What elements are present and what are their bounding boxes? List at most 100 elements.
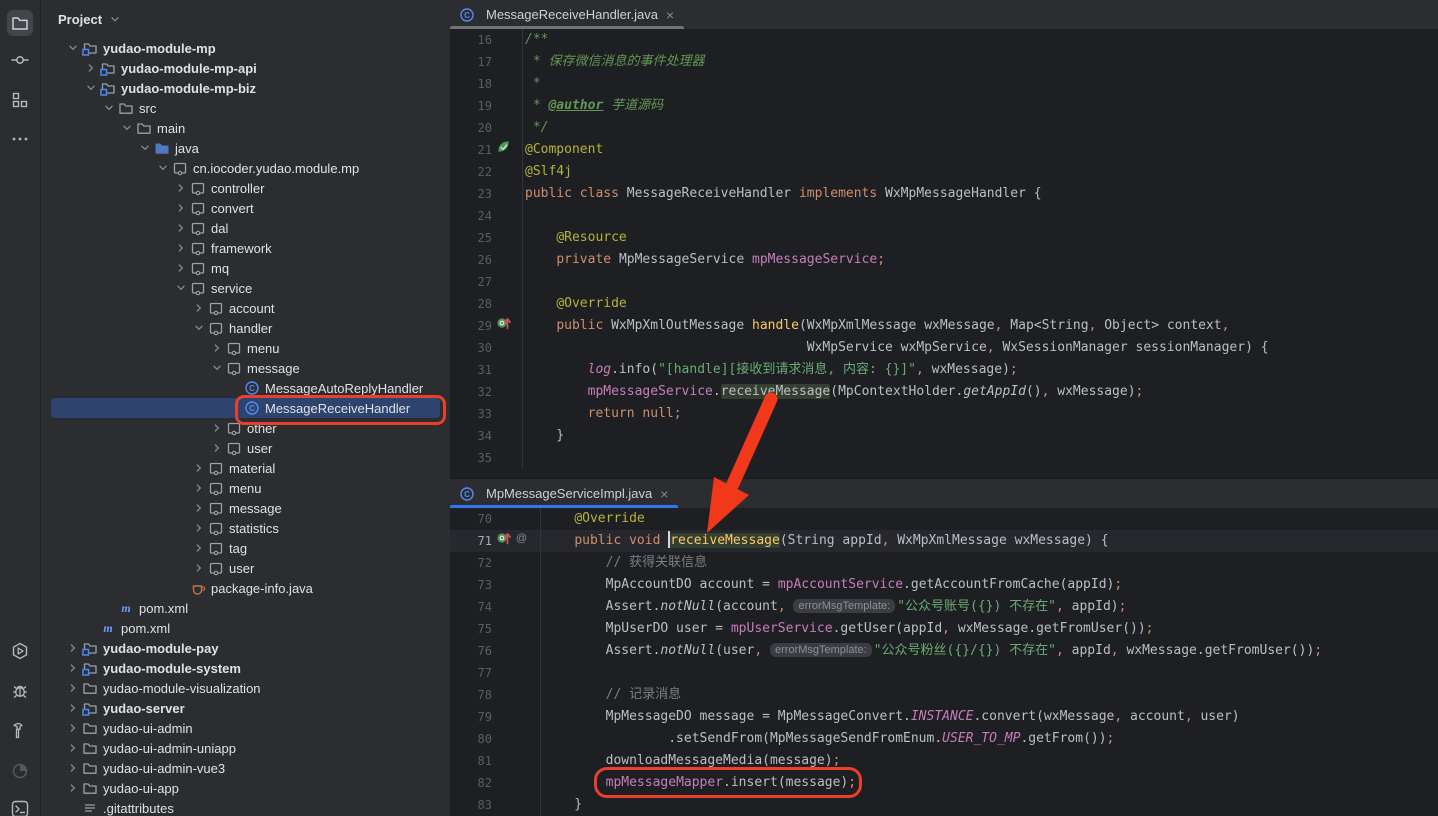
line-number[interactable]: 30 <box>450 337 496 359</box>
line-number[interactable]: 82 <box>450 772 496 794</box>
tree-item-pom.xml[interactable]: mpom.xml <box>41 598 450 618</box>
chevron-right-icon[interactable] <box>65 780 81 796</box>
tree-item-yudao-module-mp[interactable]: yudao-module-mp <box>41 38 450 58</box>
code-line-70[interactable]: 70 @Override <box>450 508 1438 530</box>
chevron-right-icon[interactable] <box>83 60 99 76</box>
chevron-down-icon[interactable] <box>137 140 153 156</box>
code-line-73[interactable]: 73 MpAccountDO account = mpAccountServic… <box>450 574 1438 596</box>
chevron-right-icon[interactable] <box>191 520 207 536</box>
code-line-74[interactable]: 74 Assert.notNull(account, errorMsgTempl… <box>450 596 1438 618</box>
line-number[interactable]: 20 <box>450 117 496 139</box>
line-number[interactable]: 32 <box>450 381 496 403</box>
code-line-80[interactable]: 80 .setSendFrom(MpMessageSendFromEnum.US… <box>450 728 1438 750</box>
tree-item-menu[interactable]: menu <box>41 478 450 498</box>
tree-item-message[interactable]: message <box>41 358 450 378</box>
overriding-method-icon[interactable] <box>496 529 512 553</box>
commit-icon[interactable] <box>7 47 33 73</box>
code-line-83[interactable]: 83 } <box>450 794 1438 816</box>
line-number[interactable]: 16 <box>450 29 496 51</box>
line-number[interactable]: 78 <box>450 684 496 706</box>
code-line-16[interactable]: 16/** <box>450 29 1438 51</box>
overriding-method-icon[interactable] <box>496 314 512 338</box>
tree-item-menu[interactable]: menu <box>41 338 450 358</box>
line-number[interactable]: 17 <box>450 51 496 73</box>
tree-item-convert[interactable]: convert <box>41 198 450 218</box>
annotation-icon[interactable]: @ <box>514 530 529 553</box>
more-icon[interactable] <box>7 126 33 152</box>
tree-item-controller[interactable]: controller <box>41 178 450 198</box>
project-folder-icon[interactable] <box>7 10 33 36</box>
code-line-17[interactable]: 17 * 保存微信消息的事件处理器 <box>450 51 1438 73</box>
run-icon[interactable] <box>7 638 33 664</box>
tree-item-handler[interactable]: handler <box>41 318 450 338</box>
chevron-right-icon[interactable] <box>209 440 225 456</box>
tree-item-yudao-ui-admin-vue3[interactable]: yudao-ui-admin-vue3 <box>41 758 450 778</box>
chevron-right-icon[interactable] <box>65 740 81 756</box>
tree-item-messagereceivehandler[interactable]: CMessageReceiveHandler <box>41 398 450 418</box>
line-number[interactable]: 24 <box>450 205 496 227</box>
code-line-35[interactable]: 35 <box>450 447 1438 469</box>
tree-item-yudao-server[interactable]: yudao-server <box>41 698 450 718</box>
line-number[interactable]: 22 <box>450 161 496 183</box>
tree-item-tag[interactable]: tag <box>41 538 450 558</box>
chevron-right-icon[interactable] <box>65 680 81 696</box>
code-line-71[interactable]: 71@ public void receiveMessage(String ap… <box>450 530 1438 552</box>
chevron-down-icon[interactable] <box>173 280 189 296</box>
line-number[interactable]: 26 <box>450 249 496 271</box>
code-line-32[interactable]: 32 mpMessageService.receiveMessage(MpCon… <box>450 381 1438 403</box>
code-line-26[interactable]: 26 private MpMessageService mpMessageSer… <box>450 249 1438 271</box>
chevron-right-icon[interactable] <box>173 240 189 256</box>
code-line-34[interactable]: 34 } <box>450 425 1438 447</box>
tree-item-service[interactable]: service <box>41 278 450 298</box>
tree-item-yudao-ui-admin[interactable]: yudao-ui-admin <box>41 718 450 738</box>
chevron-down-icon[interactable] <box>108 12 122 26</box>
tree-item-package-info.java[interactable]: package-info.java <box>41 578 450 598</box>
chevron-right-icon[interactable] <box>173 220 189 236</box>
line-number[interactable]: 73 <box>450 574 496 596</box>
tree-item-.gitattributes[interactable]: .gitattributes <box>41 798 450 816</box>
code-line-72[interactable]: 72 // 获得关联信息 <box>450 552 1438 574</box>
chevron-right-icon[interactable] <box>209 340 225 356</box>
structure-icon[interactable] <box>7 87 33 113</box>
code-line-82[interactable]: 82 mpMessageMapper.insert(message); <box>450 772 1438 794</box>
tree-item-java[interactable]: java <box>41 138 450 158</box>
code-line-24[interactable]: 24 <box>450 205 1438 227</box>
tree-item-user[interactable]: user <box>41 438 450 458</box>
chevron-down-icon[interactable] <box>83 80 99 96</box>
chevron-right-icon[interactable] <box>191 500 207 516</box>
chevron-right-icon[interactable] <box>65 660 81 676</box>
code-line-78[interactable]: 78 // 记录消息 <box>450 684 1438 706</box>
tree-item-statistics[interactable]: statistics <box>41 518 450 538</box>
tree-item-yudao-module-system[interactable]: yudao-module-system <box>41 658 450 678</box>
line-number[interactable]: 23 <box>450 183 496 205</box>
line-number[interactable]: 80 <box>450 728 496 750</box>
code-line-27[interactable]: 27 <box>450 271 1438 293</box>
tab-message-receive-handler[interactable]: C MessageReceiveHandler.java × <box>450 0 684 29</box>
chevron-right-icon[interactable] <box>65 720 81 736</box>
line-number[interactable]: 19 <box>450 95 496 117</box>
line-number[interactable]: 31 <box>450 359 496 381</box>
tree-item-messageautoreplyhandler[interactable]: CMessageAutoReplyHandler <box>41 378 450 398</box>
line-number[interactable]: 75 <box>450 618 496 640</box>
tree-item-yudao-module-pay[interactable]: yudao-module-pay <box>41 638 450 658</box>
terminal-icon[interactable] <box>7 796 33 816</box>
tree-item-yudao-ui-admin-uniapp[interactable]: yudao-ui-admin-uniapp <box>41 738 450 758</box>
chevron-right-icon[interactable] <box>191 460 207 476</box>
tree-item-yudao-ui-app[interactable]: yudao-ui-app <box>41 778 450 798</box>
chevron-right-icon[interactable] <box>65 700 81 716</box>
build-icon[interactable] <box>7 718 33 744</box>
chevron-down-icon[interactable] <box>209 360 225 376</box>
line-number[interactable]: 72 <box>450 552 496 574</box>
line-number[interactable]: 27 <box>450 271 496 293</box>
chevron-down-icon[interactable] <box>191 320 207 336</box>
project-panel-header[interactable]: Project <box>41 0 450 38</box>
chevron-right-icon[interactable] <box>191 540 207 556</box>
chevron-right-icon[interactable] <box>173 260 189 276</box>
chevron-down-icon[interactable] <box>101 100 117 116</box>
tree-item-material[interactable]: material <box>41 458 450 478</box>
tree-item-yudao-module-mp-biz[interactable]: yudao-module-mp-biz <box>41 78 450 98</box>
line-number[interactable]: 29 <box>450 315 496 337</box>
line-number[interactable]: 33 <box>450 403 496 425</box>
code-line-33[interactable]: 33 return null; <box>450 403 1438 425</box>
code-line-81[interactable]: 81 downloadMessageMedia(message); <box>450 750 1438 772</box>
